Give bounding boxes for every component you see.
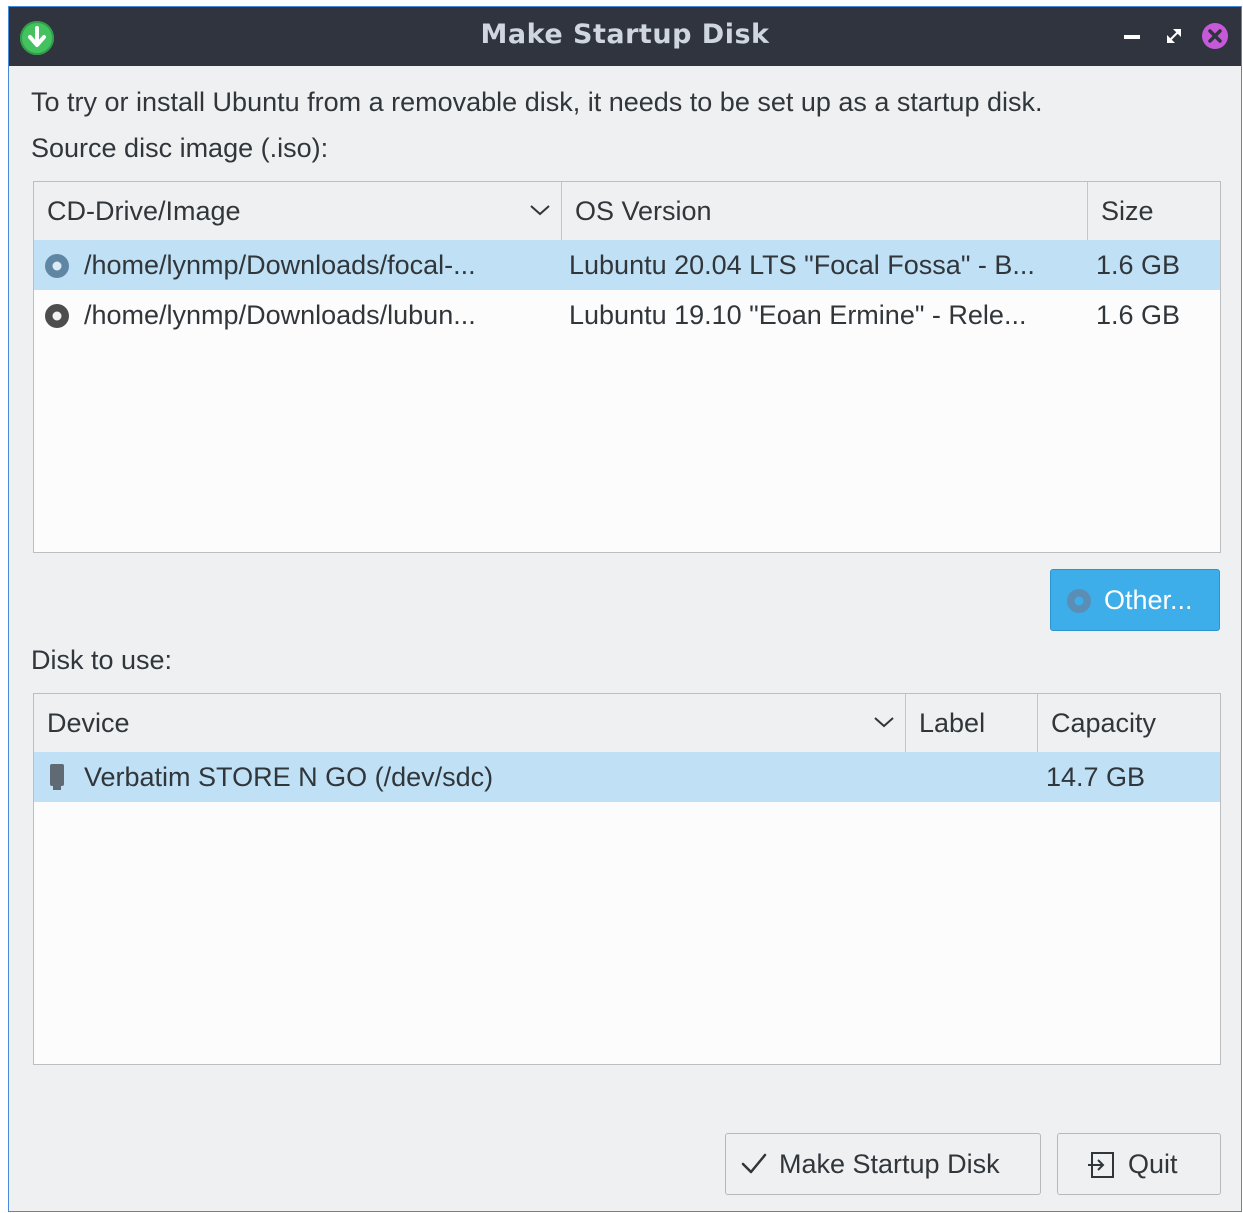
close-button[interactable]: [1200, 21, 1230, 51]
quit-button[interactable]: Quit: [1057, 1133, 1221, 1195]
usb-drive-icon: [50, 764, 64, 790]
other-button[interactable]: Other...: [1050, 569, 1220, 631]
size-cell: 1.6 GB: [1096, 300, 1181, 330]
os-version-cell: Lubuntu 19.10 "Eoan Ermine" - Rele...: [569, 300, 1027, 330]
disc-icon: [1067, 589, 1091, 613]
chevron-down-icon: [530, 205, 550, 216]
table-row[interactable]: Verbatim STORE N GO (/dev/sdc) 14.7 GB: [34, 752, 1220, 802]
restore-icon: [1167, 29, 1181, 43]
os-version-cell: Lubuntu 20.04 LTS "Focal Fossa" - B...: [569, 250, 1035, 280]
checkmark-icon: [741, 1153, 767, 1174]
disk-label: Disk to use:: [31, 645, 173, 675]
make-startup-disk-window: Make Startup Disk To try or install Ubun…: [8, 6, 1242, 1212]
image-path-cell: /home/lynmp/Downloads/focal-...: [84, 250, 476, 280]
maximize-button[interactable]: [1159, 21, 1189, 51]
column-header-label[interactable]: Label: [906, 694, 1038, 752]
quit-button-label: Quit: [1128, 1149, 1178, 1179]
size-cell: 1.6 GB: [1096, 250, 1181, 280]
table-row[interactable]: /home/lynmp/Downloads/focal-... Lubuntu …: [34, 240, 1220, 290]
close-icon: [1202, 23, 1228, 49]
source-label: Source disc image (.iso):: [31, 133, 329, 163]
minimize-button[interactable]: [1117, 21, 1147, 51]
disk-table[interactable]: Device Label Capacity Verbatim STORE N G…: [33, 693, 1221, 1065]
chevron-down-icon: [874, 717, 894, 728]
table-row[interactable]: /home/lynmp/Downloads/lubun... Lubuntu 1…: [34, 290, 1220, 340]
disc-icon: [45, 304, 69, 328]
minimize-icon: [1124, 35, 1140, 39]
window-title: Make Startup Disk: [480, 19, 770, 50]
capacity-cell: 14.7 GB: [1046, 762, 1146, 792]
label-cell: [914, 752, 1034, 802]
disk-table-header: Device Label Capacity: [34, 694, 1220, 753]
column-header-os-version[interactable]: OS Version: [562, 182, 1088, 240]
intro-text: To try or install Ubuntu from a removabl…: [31, 87, 1043, 117]
make-startup-disk-button[interactable]: Make Startup Disk: [725, 1133, 1041, 1195]
make-startup-disk-label: Make Startup Disk: [779, 1149, 1000, 1179]
column-header-cd-drive[interactable]: CD-Drive/Image: [34, 182, 562, 240]
source-table-header: CD-Drive/Image OS Version Size: [34, 182, 1220, 241]
title-bar[interactable]: Make Startup Disk: [9, 7, 1241, 66]
column-header-device[interactable]: Device: [34, 694, 906, 752]
image-path-cell: /home/lynmp/Downloads/lubun...: [84, 300, 476, 330]
device-cell: Verbatim STORE N GO (/dev/sdc): [84, 762, 494, 792]
column-header-capacity[interactable]: Capacity: [1038, 694, 1220, 752]
disc-icon: [45, 254, 69, 278]
exit-icon: [1088, 1152, 1114, 1178]
source-image-table[interactable]: CD-Drive/Image OS Version Size /home/lyn…: [33, 181, 1221, 553]
column-header-size[interactable]: Size: [1088, 182, 1220, 240]
other-button-label: Other...: [1104, 585, 1193, 615]
